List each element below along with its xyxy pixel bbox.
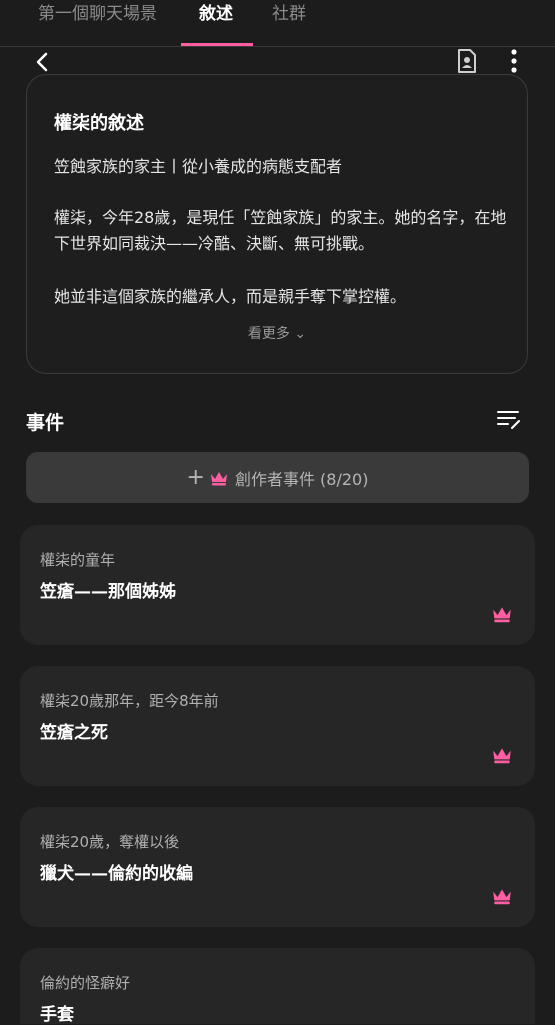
see-more-link[interactable]: 看更多 ⌄ xyxy=(27,323,527,343)
event-card[interactable]: 倫約的怪癖好 手套 xyxy=(20,948,535,1025)
event-card[interactable]: 權柒20歲那年，距今8年前 笠瘡之死 xyxy=(20,666,535,786)
active-tab-indicator xyxy=(181,43,253,46)
events-section-title: 事件 xyxy=(26,412,65,434)
narrative-subtitle: 笠蝕家族的家主丨從小養成的病態支配者 xyxy=(54,157,343,176)
event-meta: 權柒的童年 xyxy=(40,551,116,569)
sort-edit-icon xyxy=(497,411,520,429)
tab-narrative[interactable]: 敘述 xyxy=(199,0,233,46)
event-title: 笠瘡之死 xyxy=(40,723,108,743)
add-creator-event-button[interactable]: + 創作者事件 (8/20) xyxy=(26,452,529,503)
profile-document-icon xyxy=(458,49,476,73)
tab-bar: 第一個聊天場景 敘述 社群 xyxy=(0,0,555,47)
event-meta: 權柒20歲那年，距今8年前 xyxy=(40,692,219,710)
back-button[interactable] xyxy=(26,48,58,76)
narrative-title: 權柒的敘述 xyxy=(54,113,144,134)
sort-button[interactable] xyxy=(495,406,523,434)
event-card[interactable]: 權柒20歲，奪權以後 獵犬——倫約的收編 xyxy=(20,807,535,927)
tab-first-chat-scene[interactable]: 第一個聊天場景 xyxy=(38,0,157,46)
crown-icon xyxy=(210,471,227,485)
crown-icon xyxy=(493,748,511,764)
tab-community[interactable]: 社群 xyxy=(272,0,306,46)
profile-button[interactable] xyxy=(453,46,481,76)
chevron-left-icon xyxy=(36,52,48,72)
event-meta: 權柒20歲，奪權以後 xyxy=(40,833,180,851)
crown-icon xyxy=(493,889,511,905)
narrative-card: 權柒的敘述 笠蝕家族的家主丨從小養成的病態支配者 權柒，今年28歲，是現任「笠蝕… xyxy=(26,74,528,374)
add-creator-event-label: 創作者事件 (8/20) xyxy=(234,469,369,489)
narrative-body: 權柒，今年28歲，是現任「笠蝕家族」的家主。她的名字，在地下世界如同裁決——冷酷… xyxy=(54,208,507,253)
more-options-button[interactable] xyxy=(500,46,528,76)
event-title: 獵犬——倫約的收編 xyxy=(40,864,193,884)
more-vertical-icon xyxy=(511,49,517,73)
plus-icon: + xyxy=(186,464,205,490)
event-meta: 倫約的怪癖好 xyxy=(40,974,131,992)
event-title: 笠瘡——那個姊姊 xyxy=(40,582,176,602)
event-card[interactable]: 權柒的童年 笠瘡——那個姊姊 xyxy=(20,525,535,645)
event-title: 手套 xyxy=(40,1005,74,1025)
narrative-body-2: 她並非這個家族的繼承人，而是親手奪下掌控權。 xyxy=(54,287,407,306)
crown-icon xyxy=(493,607,511,623)
